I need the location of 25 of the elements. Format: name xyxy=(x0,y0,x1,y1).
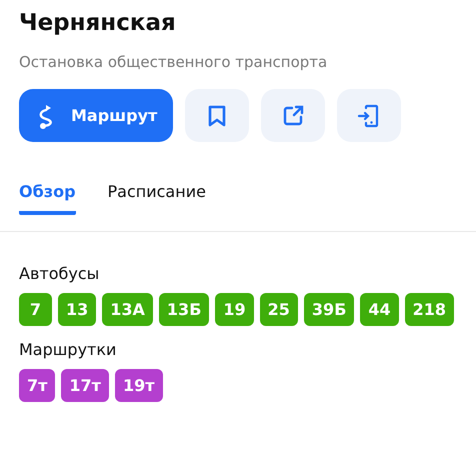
route-number-badge[interactable]: 7т xyxy=(19,369,56,402)
route-number-badge[interactable]: 44 xyxy=(360,293,399,326)
phone-button[interactable] xyxy=(337,89,401,142)
share-button[interactable] xyxy=(261,89,325,142)
route-button[interactable]: Маршрут xyxy=(19,89,173,142)
route-number-badge[interactable]: 39Б xyxy=(304,293,354,326)
bookmark-button[interactable] xyxy=(185,89,249,142)
route-number-badge[interactable]: 7 xyxy=(19,293,52,326)
phone-icon xyxy=(357,104,381,128)
route-number-badge[interactable]: 25 xyxy=(260,293,298,326)
route-number-badge[interactable]: 17т xyxy=(61,369,109,402)
section-heading: Автобусы xyxy=(19,264,100,283)
route-number-badge[interactable]: 19 xyxy=(215,293,254,326)
section-heading: Маршрутки xyxy=(19,340,118,359)
stop-title: Чернянская xyxy=(19,9,177,38)
tab[interactable]: Обзор xyxy=(19,182,76,215)
stop-subtitle: Остановка общественного транспорта xyxy=(19,53,328,71)
route-number-badge[interactable]: 13Б xyxy=(158,293,210,326)
route-number-badge[interactable]: 13 xyxy=(58,293,96,326)
route-number-badge[interactable]: 19т xyxy=(114,369,162,402)
tab[interactable]: Расписание xyxy=(108,182,206,215)
share-icon xyxy=(282,104,304,126)
route-number-badge[interactable]: 218 xyxy=(404,293,454,326)
bookmark-icon xyxy=(208,104,226,126)
route-number-badge[interactable]: 13А xyxy=(102,293,153,326)
